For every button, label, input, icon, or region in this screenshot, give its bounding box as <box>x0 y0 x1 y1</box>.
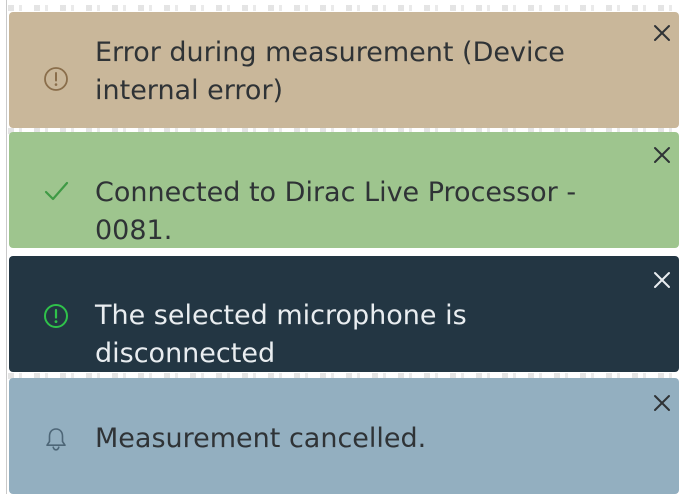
toast-message: Measurement cancelled. <box>95 423 427 454</box>
close-icon[interactable] <box>651 269 673 291</box>
background-content-strip <box>8 5 678 11</box>
toast-warning: The selected microphone is disconnected <box>9 256 679 372</box>
close-icon[interactable] <box>651 22 673 44</box>
window-edge <box>6 0 7 494</box>
toast-info: Measurement cancelled. <box>9 378 679 494</box>
alert-circle-icon <box>43 66 69 92</box>
close-icon[interactable] <box>651 392 673 414</box>
toast-message: Error during measurement (Device interna… <box>95 37 565 106</box>
toast-success: Connected to Dirac Live Processor - 0081… <box>9 132 679 248</box>
notification-stack: Error during measurement (Device interna… <box>0 0 682 494</box>
toast-message: Connected to Dirac Live Processor - 0081… <box>95 177 577 246</box>
close-icon[interactable] <box>651 144 673 166</box>
toast-error: Error during measurement (Device interna… <box>9 12 679 128</box>
alert-circle-icon <box>43 303 69 329</box>
bell-icon <box>43 426 69 452</box>
toast-message: The selected microphone is disconnected <box>95 300 467 369</box>
checkmark-icon <box>43 178 69 204</box>
